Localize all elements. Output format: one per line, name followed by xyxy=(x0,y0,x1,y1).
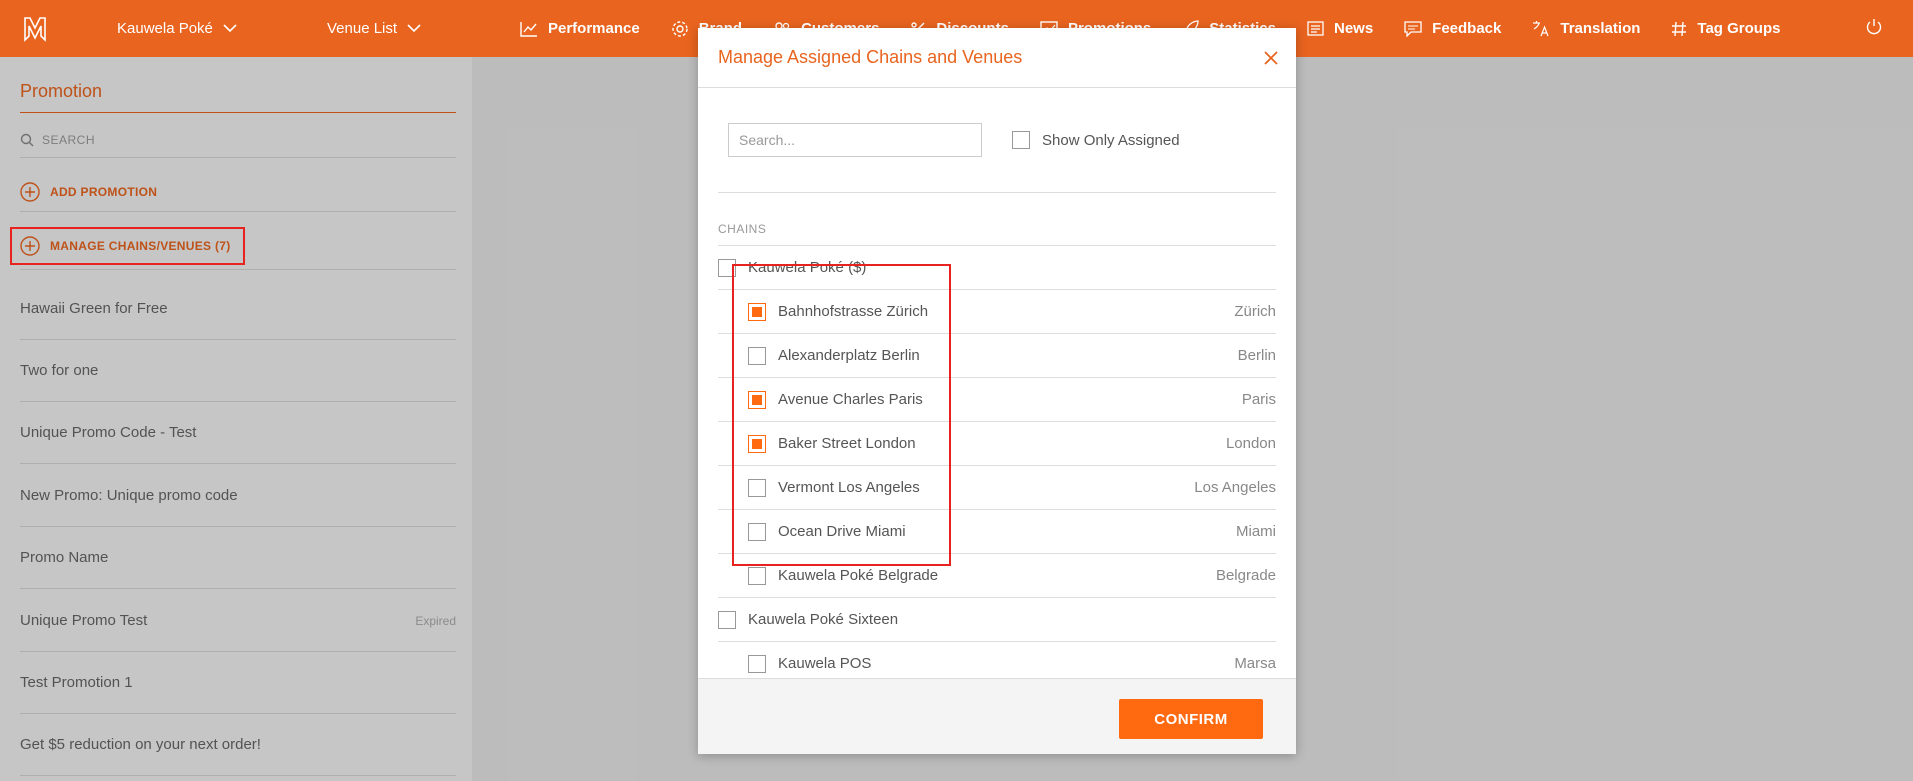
venue-checkbox[interactable] xyxy=(748,654,766,673)
nav-performance-label: Performance xyxy=(548,20,640,37)
venue-name: Kauwela POS xyxy=(778,655,872,672)
venue-city: Marsa xyxy=(1234,655,1276,672)
nav-news[interactable]: News xyxy=(1307,20,1373,37)
confirm-button[interactable]: CONFIRM xyxy=(1119,699,1263,739)
venue-search-input[interactable] xyxy=(728,123,982,157)
show-only-assigned-label: Show Only Assigned xyxy=(1042,131,1180,149)
venue-selector[interactable]: Venue List xyxy=(327,20,502,37)
newspaper-icon xyxy=(1307,21,1324,36)
nav-translation-label: Translation xyxy=(1560,20,1641,37)
show-only-assigned-toggle[interactable]: Show Only Assigned xyxy=(1012,131,1180,149)
nav-feedback-label: Feedback xyxy=(1432,20,1502,37)
chevron-down-icon xyxy=(223,24,237,33)
nav-news-label: News xyxy=(1333,20,1374,37)
power-icon[interactable] xyxy=(1865,18,1883,41)
nav-tag-groups[interactable]: Tag Groups xyxy=(1671,20,1780,37)
highlight-box xyxy=(10,227,245,265)
hashtag-icon xyxy=(1672,21,1687,36)
venue-city: London xyxy=(1225,435,1276,452)
close-icon[interactable] xyxy=(1260,47,1282,69)
venue-name: Kauwela Poké Belgrade xyxy=(778,567,939,584)
highlight-box xyxy=(732,264,951,566)
nav-feedback[interactable]: Feedback xyxy=(1404,20,1501,37)
nav-translation[interactable]: Translation xyxy=(1532,20,1640,37)
modal-filter-row: Show Only Assigned xyxy=(718,88,1276,193)
venue-city: Paris xyxy=(1241,391,1276,408)
brand-selector[interactable]: Kauwela Poké xyxy=(117,20,327,37)
gear-icon xyxy=(672,20,688,37)
nav-tag-groups-label: Tag Groups xyxy=(1697,20,1781,37)
modal-header: Manage Assigned Chains and Venues xyxy=(698,28,1296,88)
venue-city: Los Angeles xyxy=(1194,479,1276,496)
venue-city: Belgrade xyxy=(1215,567,1276,584)
chevron-down-icon xyxy=(407,24,421,33)
brand-selector-label: Kauwela Poké xyxy=(117,20,213,37)
nav-performance[interactable]: Performance xyxy=(520,20,640,37)
chat-icon xyxy=(1404,20,1422,37)
logo-icon[interactable] xyxy=(0,0,70,57)
translate-icon xyxy=(1533,21,1549,37)
venue-selector-label: Venue List xyxy=(327,20,398,37)
chart-line-icon xyxy=(520,21,537,37)
venue-city: Berlin xyxy=(1237,347,1276,364)
chain-checkbox[interactable] xyxy=(718,610,736,629)
venue-checkbox[interactable] xyxy=(748,566,766,585)
show-only-assigned-checkbox[interactable] xyxy=(1012,131,1030,149)
chain-row[interactable]: Kauwela Poké Sixteen xyxy=(718,598,1276,642)
modal-title: Manage Assigned Chains and Venues xyxy=(718,47,1023,67)
chains-header: CHAINS xyxy=(718,193,1276,246)
venue-city: Zürich xyxy=(1234,303,1276,320)
venue-city: Miami xyxy=(1236,523,1276,540)
chain-name: Kauwela Poké Sixteen xyxy=(748,611,899,628)
modal-footer: CONFIRM xyxy=(698,678,1296,754)
